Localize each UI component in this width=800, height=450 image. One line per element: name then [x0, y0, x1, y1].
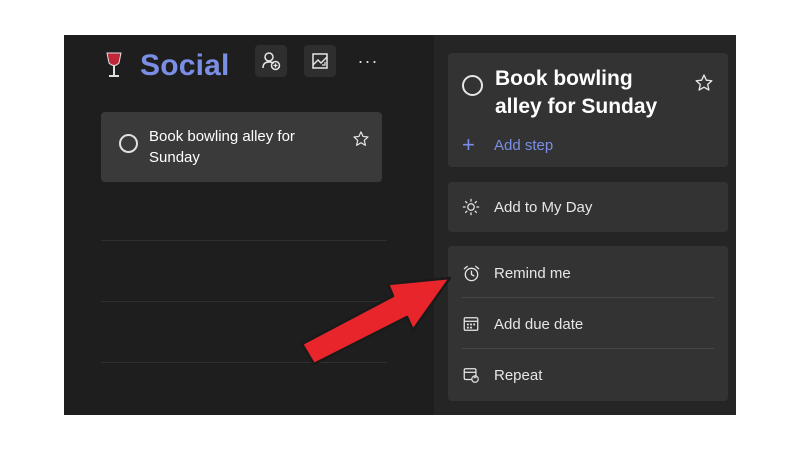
- sun-icon: [448, 198, 494, 216]
- add-to-my-day-button[interactable]: Add to My Day: [448, 182, 728, 232]
- star-icon[interactable]: [352, 130, 370, 153]
- remind-me-label: Remind me: [494, 264, 571, 282]
- task-detail-title[interactable]: Book bowling alley for Sunday: [495, 65, 685, 121]
- reminder-options-card: Remind me Add due date Repeat: [448, 246, 728, 401]
- remind-me-button[interactable]: Remind me: [448, 248, 728, 298]
- person-add-icon: [262, 52, 281, 71]
- task-title: Book bowling alley for Sunday: [149, 128, 295, 166]
- add-to-my-day-card: Add to My Day: [448, 182, 728, 232]
- add-due-date-label: Add due date: [494, 315, 584, 333]
- plus-icon: +: [462, 132, 475, 157]
- add-step-label: Add step: [494, 136, 554, 154]
- list-title: Social: [140, 49, 230, 82]
- task-item[interactable]: Book bowling alley for Sunday: [101, 112, 382, 182]
- repeat-calendar-icon: [448, 366, 494, 384]
- red-arrow-icon: [300, 276, 452, 366]
- add-due-date-button[interactable]: Add due date: [448, 299, 728, 349]
- list-divider: [101, 240, 387, 241]
- change-background-button[interactable]: [304, 45, 336, 77]
- complete-task-checkbox[interactable]: [119, 134, 138, 153]
- wine-glass-icon: [104, 51, 124, 89]
- more-options-button[interactable]: ···: [354, 45, 382, 77]
- star-icon[interactable]: [694, 73, 714, 98]
- add-step-button[interactable]: + Add step: [462, 132, 554, 157]
- repeat-button[interactable]: Repeat: [448, 350, 728, 400]
- complete-task-checkbox[interactable]: [462, 75, 483, 96]
- add-to-my-day-label: Add to My Day: [494, 198, 593, 216]
- share-list-button[interactable]: [255, 45, 287, 77]
- row-divider: [462, 297, 714, 298]
- task-detail-pane: Book bowling alley for Sunday + Add step: [434, 35, 736, 415]
- row-divider: [462, 348, 714, 349]
- image-icon: [312, 53, 328, 69]
- task-detail-header: Book bowling alley for Sunday + Add step: [448, 53, 728, 167]
- repeat-label: Repeat: [494, 366, 543, 384]
